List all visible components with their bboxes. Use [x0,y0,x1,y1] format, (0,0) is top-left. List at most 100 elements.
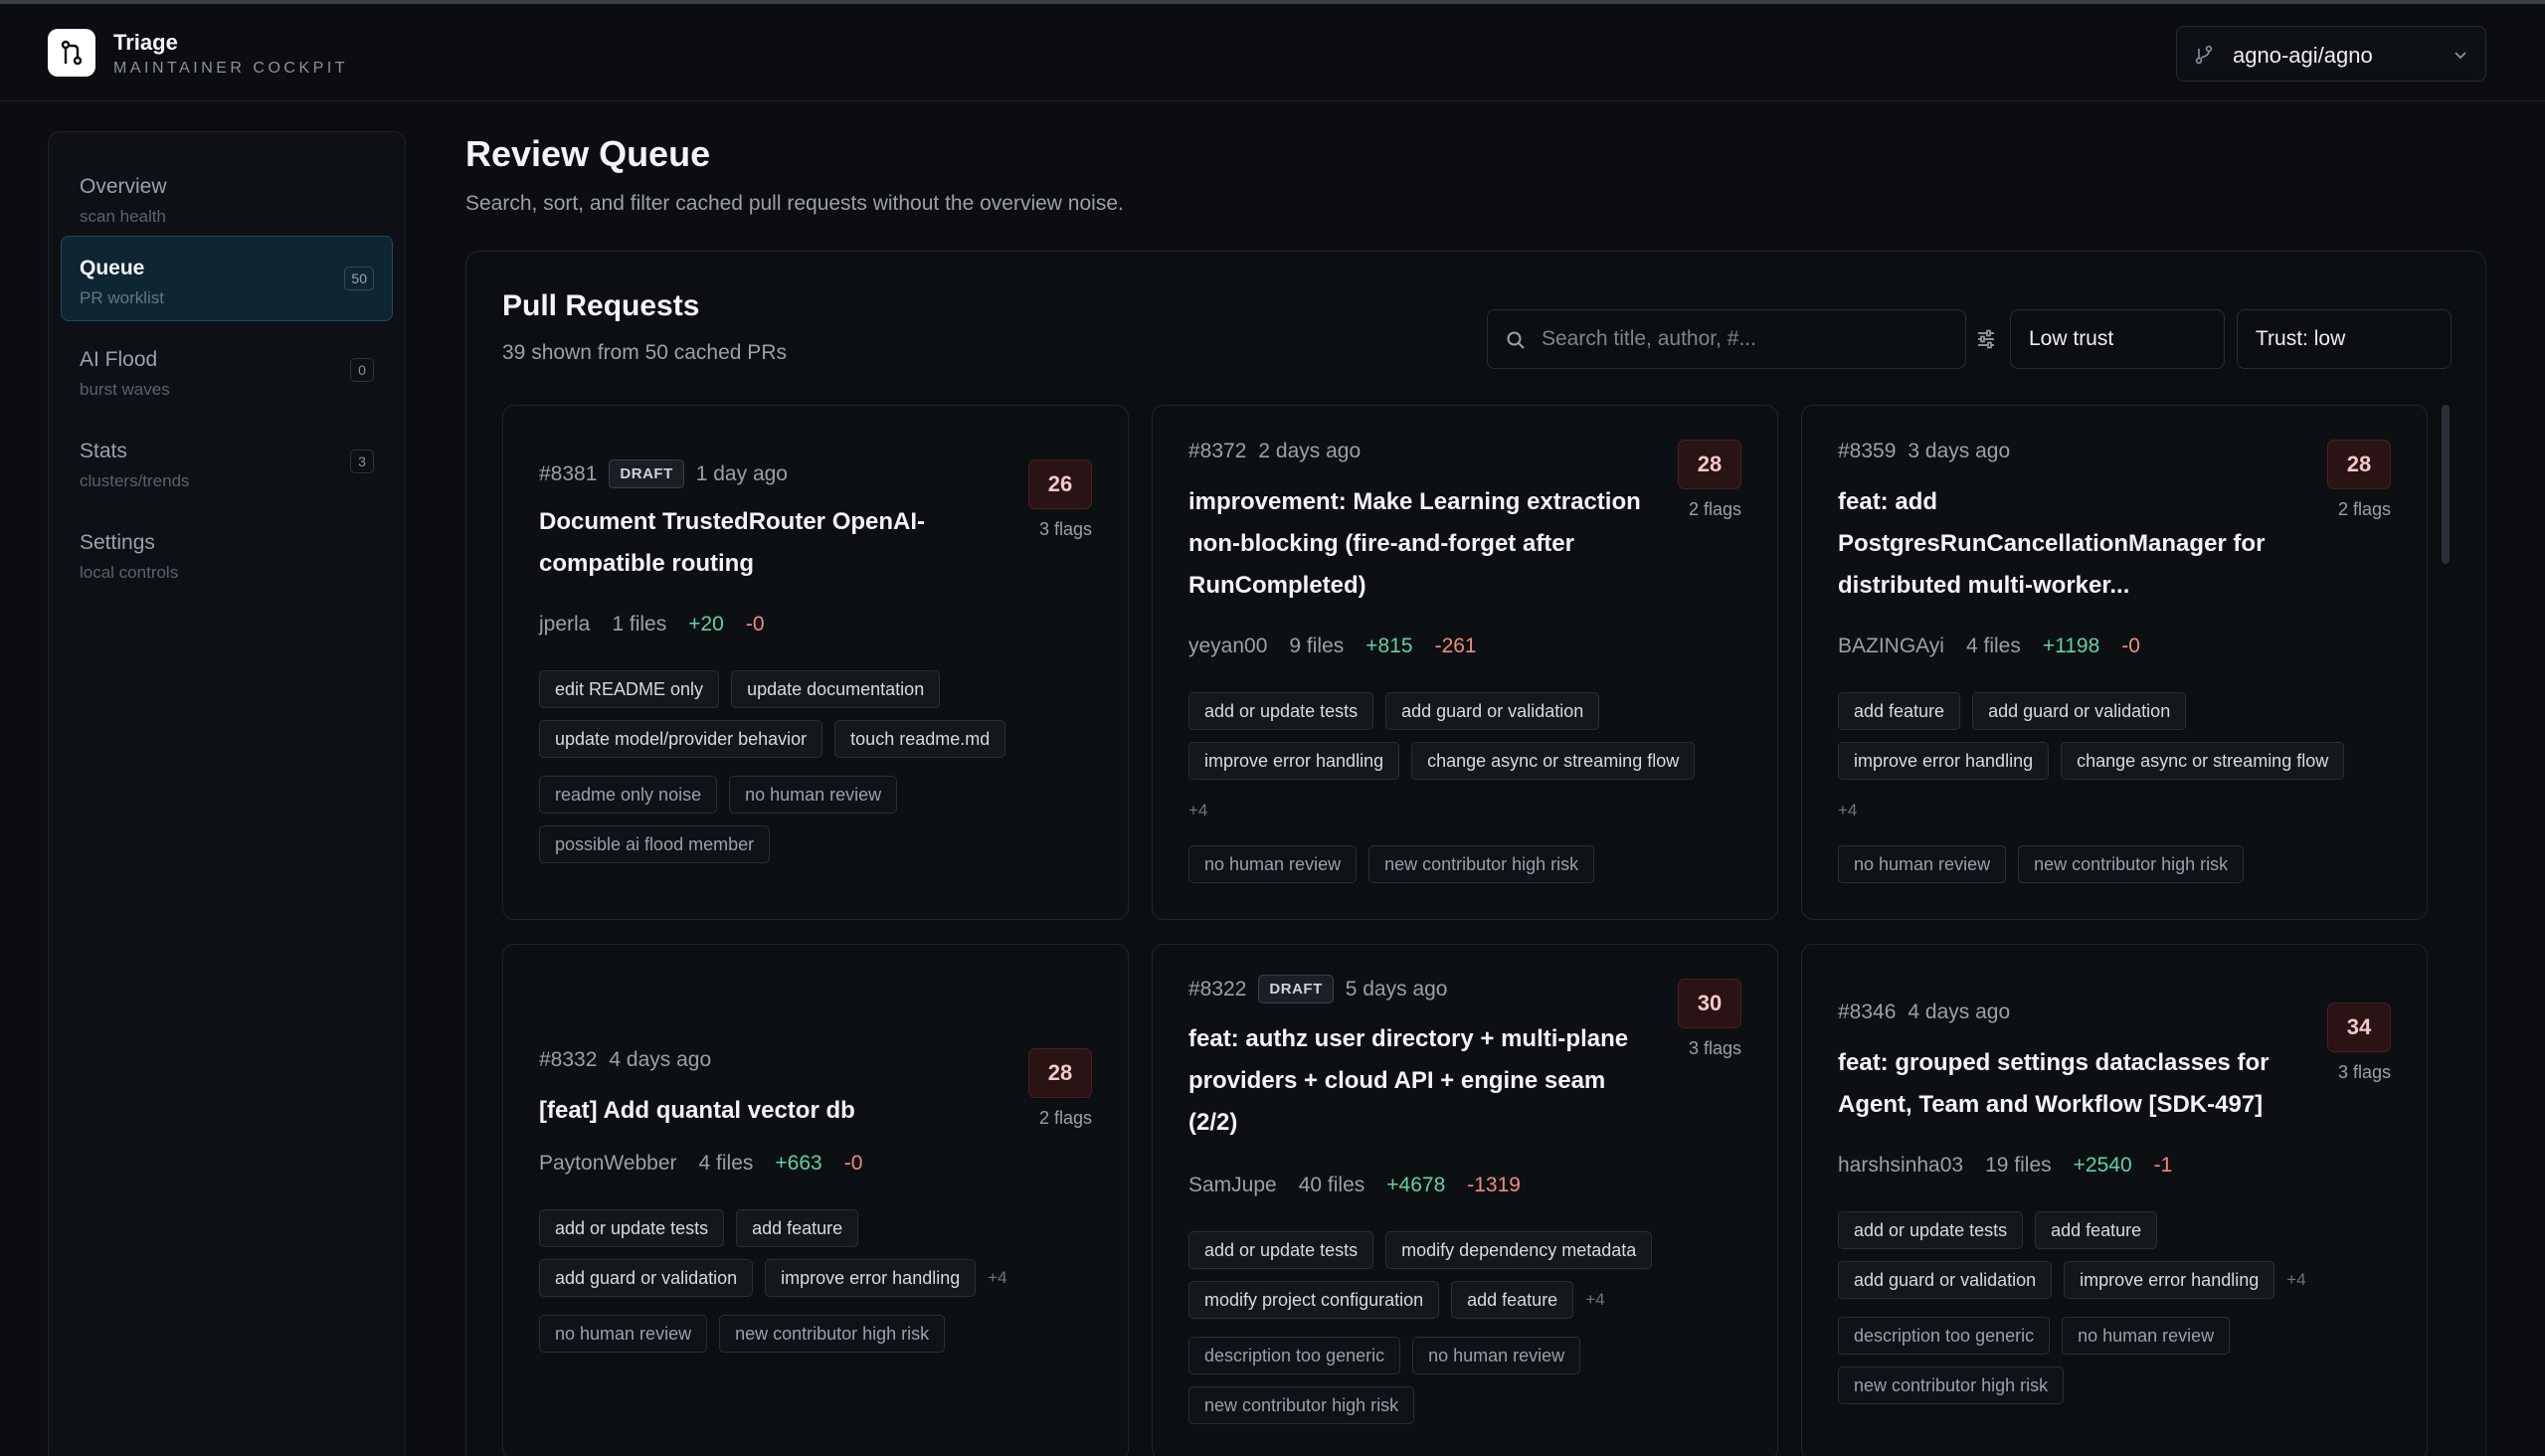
tag-row: improve error handling change async or s… [1188,742,1696,780]
risk-score: 28 [2327,440,2391,489]
count-badge: 0 [350,358,374,382]
pr-author[interactable]: yeyan00 [1188,635,1267,658]
repo-selector[interactable]: agno-agi/agno [2176,26,2486,82]
flag-tag: description too generic [1188,1337,1401,1374]
pr-title[interactable]: feat: authz user directory + multi-plane… [1188,1018,1656,1144]
tag-row: +4 [1188,792,1207,829]
pr-deletions: -0 [2121,635,2140,657]
pr-number: #8359 [1838,440,1897,462]
pr-number: #8322 [1188,977,1247,1001]
app-subtitle: MAINTAINER COCKPIT [113,60,349,77]
pr-card[interactable]: #8346 4 days ago 34 3 flags feat: groupe… [1801,944,2428,1456]
pr-author[interactable]: PaytonWebber [539,1152,677,1176]
pr-additions: +4678 [1386,1174,1446,1196]
search-field[interactable] [1487,309,1966,369]
more-tags-count[interactable]: +4 [1188,801,1207,820]
change-tag: add feature [736,1209,859,1247]
flag-count: 2 flags [1038,1108,1092,1128]
pr-meta: #8372 2 days ago [1188,440,1361,463]
scrollbar-thumb[interactable] [2442,405,2450,564]
change-tag: improve error handling [765,1259,977,1297]
sidebar-item-label: Overview [80,175,167,198]
tag-row: modify project configuration add feature… [1188,1281,1605,1319]
flag-row: readme only noise no human review [539,776,898,814]
sort-select[interactable]: Trust: low [2237,309,2452,369]
sidebar-item-stats[interactable]: Stats clusters/trends 3 [61,419,393,504]
sidebar-item-overview[interactable]: Overview scan health [61,154,393,240]
trust-filter-select[interactable]: Low trust [2010,309,2225,369]
pr-title[interactable]: improvement: Make Learning extraction no… [1188,481,1656,607]
change-tag: improve error handling [2064,1261,2275,1299]
pr-card[interactable]: #8332 4 days ago 28 2 flags [feat] Add q… [502,944,1129,1456]
more-tags-count[interactable]: +4 [1838,801,1857,820]
risk-score: 28 [1028,1048,1092,1098]
pr-title[interactable]: feat: add PostgresRunCancellationManager… [1838,481,2305,607]
sidebar-item-label: AI Flood [80,348,158,371]
tag-row: update model/provider behavior touch rea… [539,720,1006,758]
sidebar-item-label: Stats [80,440,127,462]
change-tag: add guard or validation [539,1259,754,1297]
pr-stats: harshsinha03 19 files +2540 -1 [1838,1154,2172,1178]
more-tags-count[interactable]: +4 [2286,1270,2305,1290]
flag-tag: readme only noise [539,776,718,814]
flag-count: 3 flags [2337,1062,2391,1082]
app-title: Triage [113,30,178,55]
pr-card[interactable]: #8359 3 days ago 28 2 flags feat: add Po… [1801,405,2428,920]
pr-number: #8372 [1188,440,1247,462]
filter-sliders-icon[interactable] [1976,329,1996,349]
panel-subtitle: 39 shown from 50 cached PRs [502,341,787,364]
change-tag: add or update tests [1838,1211,2024,1249]
flag-tag: no human review [1188,845,1358,883]
pr-title[interactable]: feat: grouped settings dataclasses for A… [1838,1042,2305,1126]
sidebar-item-ai-flood[interactable]: AI Flood burst waves 0 [61,327,393,413]
sidebar-item-sublabel: clusters/trends [80,471,190,490]
pull-requests-panel: Pull Requests 39 shown from 50 cached PR… [465,251,2486,1456]
pr-author[interactable]: harshsinha03 [1838,1154,1963,1178]
pr-author[interactable]: SamJupe [1188,1174,1277,1197]
sidebar-item-sublabel: scan health [80,207,166,226]
pr-files: 19 files [1985,1154,2052,1177]
pr-meta: #8359 3 days ago [1838,440,2010,463]
flag-count: 3 flags [1038,519,1092,539]
pr-author[interactable]: BAZINGAyi [1838,635,1944,658]
flag-tag: no human review [729,776,898,814]
tag-row: add guard or validation improve error ha… [539,1259,1007,1297]
pr-card[interactable]: #8381 DRAFT 1 day ago 26 3 flags Documen… [502,405,1129,920]
pr-additions: +663 [775,1152,822,1175]
sidebar-item-label: Queue [80,257,145,279]
pr-age: 5 days ago [1345,977,1448,1001]
flag-tag: new contributor high risk [719,1315,946,1353]
change-tag: add guard or validation [1972,692,2187,730]
flag-row: possible ai flood member [539,825,771,863]
count-badge: 50 [344,267,374,290]
search-input[interactable] [1542,310,1949,368]
change-tag: add or update tests [1188,1231,1374,1269]
pr-deletions: -0 [745,613,765,636]
chevron-down-icon [2454,52,2466,60]
pr-number: #8332 [539,1048,598,1071]
flag-tag: description too generic [1838,1317,2051,1355]
sidebar-item-queue[interactable]: Queue PR worklist 50 [61,236,393,321]
more-tags-count[interactable]: +4 [988,1268,1006,1288]
pr-title[interactable]: Document TrustedRouter OpenAI-compatible… [539,501,1006,585]
flag-row: no human review new contributor high ris… [1838,845,2245,883]
pr-files: 9 files [1289,635,1345,657]
pr-deletions: -0 [843,1152,863,1175]
pr-author[interactable]: jperla [539,613,590,637]
git-branch-icon [2195,45,2213,65]
change-tag: modify project configuration [1188,1281,1440,1319]
pr-card[interactable]: #8322 DRAFT 5 days ago 30 3 flags feat: … [1152,944,1778,1456]
sidebar-item-sublabel: burst waves [80,380,170,399]
more-tags-count[interactable]: +4 [1585,1290,1604,1310]
pr-stats: PaytonWebber 4 files +663 -0 [539,1152,862,1176]
pr-card[interactable]: #8372 2 days ago 28 2 flags improvement:… [1152,405,1778,920]
tag-row: add feature add guard or validation [1838,692,2187,730]
flag-count: 2 flags [1688,499,1741,519]
change-tag: update documentation [731,670,941,708]
sidebar-item-settings[interactable]: Settings local controls [61,510,393,596]
pr-meta: #8346 4 days ago [1838,1001,2010,1024]
flag-tag: no human review [1412,1337,1581,1374]
tag-row: improve error handling change async or s… [1838,742,2345,780]
tag-row: +4 [1838,792,1857,829]
pr-title[interactable]: [feat] Add quantal vector db [539,1090,1006,1132]
